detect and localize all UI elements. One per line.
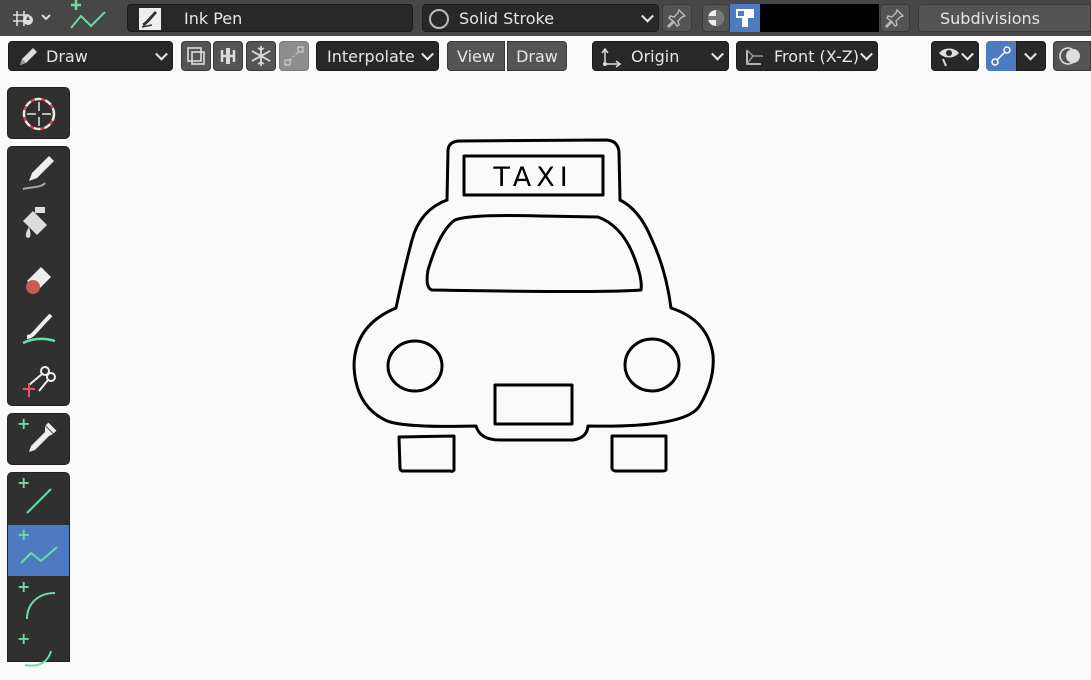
taxi-body-outline	[352, 198, 715, 442]
taxi-left-headlight	[386, 339, 444, 393]
taxi-sign-text: TAXI	[492, 162, 572, 193]
taxi-right-wheel	[610, 434, 668, 473]
taxi-windshield	[425, 214, 643, 293]
taxi-drawing: TAXI	[352, 138, 715, 473]
taxi-right-headlight	[623, 337, 681, 393]
taxi-license-plate	[493, 383, 574, 426]
taxi-left-wheel	[397, 434, 456, 473]
